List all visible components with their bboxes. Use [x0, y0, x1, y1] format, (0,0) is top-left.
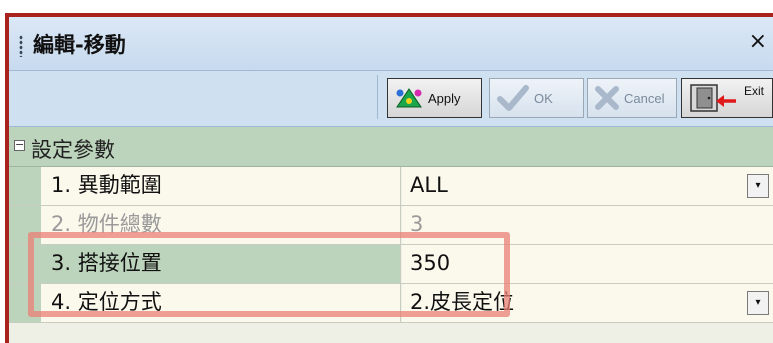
dropdown-button[interactable]: ▾	[747, 291, 769, 315]
row-gutter	[9, 167, 41, 205]
property-row[interactable]: 1. 異動範圍 ALL ▾	[9, 167, 773, 206]
property-row[interactable]: 4. 定位方式 2.皮長定位 ▾	[9, 284, 773, 323]
window-title: 編輯-移動	[33, 33, 126, 57]
category-header[interactable]: − 設定參數	[9, 127, 773, 167]
collapse-toggle-icon[interactable]: −	[14, 139, 25, 151]
drag-grip-icon[interactable]	[19, 35, 23, 57]
exit-button[interactable]: Exit	[681, 78, 773, 118]
x-icon	[595, 86, 619, 110]
property-value[interactable]: ALL	[402, 167, 773, 205]
property-name: 4. 定位方式	[41, 284, 401, 322]
toolbar-separator	[377, 75, 378, 119]
title-bar: 編輯-移動 ×	[9, 17, 773, 71]
property-grid: − 設定參數 1. 異動範圍 ALL ▾ 2. 物件總數 3 3. 搭接位置 3…	[9, 127, 773, 343]
cancel-button[interactable]: Cancel	[587, 78, 677, 118]
apply-label: Apply	[428, 90, 461, 106]
property-name: 1. 異動範圍	[41, 167, 401, 205]
apply-icon	[396, 88, 422, 108]
row-gutter	[9, 206, 41, 244]
property-value-input[interactable]: 350	[402, 245, 773, 283]
property-value[interactable]: 2.皮長定位	[402, 284, 773, 322]
cancel-label: Cancel	[624, 90, 665, 106]
row-gutter	[9, 284, 41, 322]
property-panel: 編輯-移動 × Apply OK Cancel Exit − 設定參數 1. 異…	[5, 13, 773, 343]
category-label: 設定參數	[31, 138, 115, 162]
property-value: 3	[402, 206, 773, 244]
dropdown-button[interactable]: ▾	[747, 174, 769, 198]
property-row: 2. 物件總數 3	[9, 206, 773, 245]
property-row[interactable]: 3. 搭接位置 350	[9, 245, 773, 284]
close-button[interactable]: ×	[749, 29, 767, 54]
toolbar: Apply OK Cancel Exit	[9, 71, 773, 127]
property-name: 2. 物件總數	[41, 206, 401, 244]
row-gutter	[9, 245, 41, 283]
apply-button[interactable]: Apply	[387, 78, 482, 118]
checkmark-icon	[497, 85, 529, 111]
ok-button[interactable]: OK	[489, 78, 584, 118]
ok-label: OK	[534, 90, 553, 106]
exit-door-icon	[690, 84, 736, 112]
exit-label: Exit	[743, 84, 764, 98]
property-name: 3. 搭接位置	[41, 245, 401, 283]
